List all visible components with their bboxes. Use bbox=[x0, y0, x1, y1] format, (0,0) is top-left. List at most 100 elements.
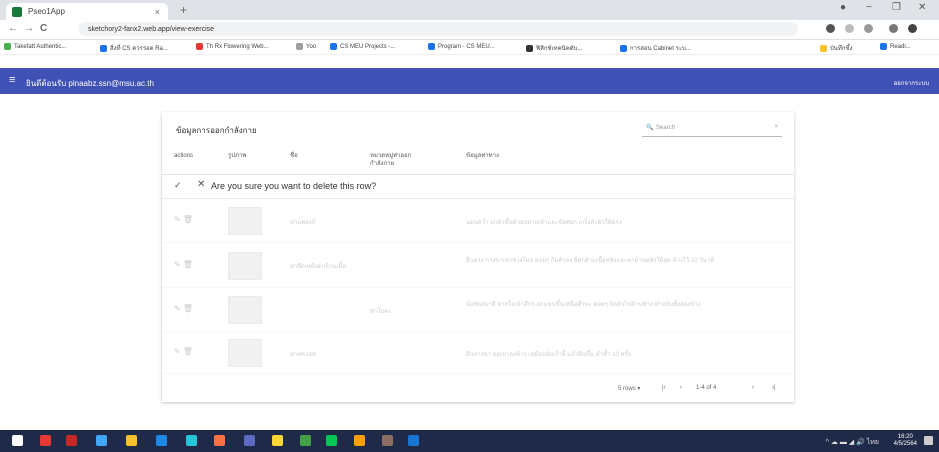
bookmark-item[interactable]: Readi... bbox=[880, 43, 911, 50]
confirm-check-icon[interactable]: ✓ bbox=[174, 180, 182, 191]
close-window-button[interactable]: ✕ bbox=[918, 2, 926, 13]
row-action-icons[interactable]: ✎ 🗑 bbox=[174, 304, 193, 313]
tab-close-icon[interactable]: × bbox=[155, 7, 160, 17]
folder-icon[interactable] bbox=[272, 435, 283, 446]
clear-search-icon[interactable]: × bbox=[774, 124, 778, 130]
photos-icon[interactable] bbox=[382, 435, 393, 446]
mail-icon[interactable] bbox=[354, 435, 365, 446]
bookmark-item[interactable]: การสอน Cabinet ระบ... bbox=[620, 43, 691, 53]
column-header-image[interactable]: รูปภาพ bbox=[228, 152, 246, 160]
app-header: ≡ ยินดีต้อนรับ pinaabz.ssn@msu.ac.th ออก… bbox=[0, 68, 939, 94]
new-tab-button[interactable]: + bbox=[180, 3, 187, 17]
row-action-icons[interactable]: ✎ 🗑 bbox=[174, 215, 193, 224]
maximize-button[interactable]: ❐ bbox=[892, 2, 901, 13]
table-row: ✎ 🗑 ท่าโยคะ นั่งขัดสมาธิ หายใจเข้าลึกๆ ย… bbox=[162, 288, 794, 332]
teams-icon[interactable] bbox=[244, 435, 255, 446]
exercise-name: ท่าสควอท bbox=[290, 352, 316, 358]
exercise-thumbnail bbox=[228, 296, 262, 324]
column-header-detail[interactable]: ข้อมูลท่าทาง bbox=[466, 152, 499, 160]
exercise-category: ท่ายืดเหยียดกล้ามเนื้อ bbox=[290, 264, 347, 270]
exercise-table-card: ข้อมูลการออกกำลังกาย 🔍 Search × actions … bbox=[162, 112, 794, 402]
taskbar-clock[interactable]: 16:20 4/5/2564 bbox=[894, 434, 917, 448]
browser-tab-strip: Pseo1App × + ● − ❐ ✕ bbox=[0, 0, 939, 20]
windows-start-icon[interactable] bbox=[12, 435, 23, 446]
firefox-icon[interactable] bbox=[214, 435, 225, 446]
word-icon[interactable] bbox=[156, 435, 167, 446]
exercise-detail: ยืนตรง กางขาเท่าช่วงไหล่ ค่อยๆ ก้มตัวลง … bbox=[466, 258, 715, 264]
bookmark-item[interactable]: สิ่งที่ CS ควรรอด Ra... bbox=[100, 43, 168, 53]
next-page-button[interactable]: › bbox=[752, 385, 754, 391]
windows-taskbar: ^ ☁ ▬ ◢ 🔊 ไทย 16:20 4/5/2564 bbox=[0, 430, 939, 452]
search-input[interactable]: 🔍 Search × bbox=[642, 122, 782, 137]
bookmark-item[interactable]: Takefatt Authentic... bbox=[4, 43, 66, 50]
exercise-detail: นั่งขัดสมาธิ หายใจเข้าลึกๆ ยกแขนขึ้นเหนื… bbox=[466, 302, 701, 308]
bookmark-icon bbox=[526, 44, 533, 52]
red-app-icon[interactable] bbox=[66, 435, 77, 446]
back-icon[interactable]: ← bbox=[8, 23, 18, 34]
rows-per-page-select[interactable]: 5 rows ▾ bbox=[618, 385, 640, 392]
bookmark-icon bbox=[330, 43, 337, 50]
excel-icon[interactable] bbox=[300, 435, 311, 446]
table-row: ✎ 🗑 ท่ายืดเหยียดกล้ามเนื้อ ยืนตรง กางขาเ… bbox=[162, 243, 794, 288]
reload-icon[interactable]: C bbox=[40, 23, 47, 34]
avatar[interactable] bbox=[908, 24, 917, 33]
last-page-button[interactable]: ›| bbox=[772, 385, 776, 391]
row-action-icons[interactable]: ✎ 🗑 bbox=[174, 347, 193, 356]
column-header-name[interactable]: ชื่อ bbox=[290, 152, 298, 160]
clock-date: 4/5/2564 bbox=[893, 441, 917, 447]
table-title: ข้อมูลการออกกำลังกาย bbox=[176, 126, 257, 135]
app-favicon-icon bbox=[12, 6, 22, 17]
page-range: 1-4 of 4 bbox=[696, 385, 717, 391]
exercise-name: ท่าแพลงก์ bbox=[290, 220, 316, 226]
exercise-detail: ยืนกางขา ย่อเข่าลงช้าๆ เหมือนนั่งเก้าอี้… bbox=[466, 352, 631, 358]
logout-button[interactable]: ออกจากระบบ bbox=[894, 78, 929, 88]
system-tray[interactable]: ^ ☁ ▬ ◢ 🔊 ไทย bbox=[826, 437, 879, 448]
extension-icon[interactable] bbox=[845, 24, 854, 33]
notification-icon[interactable] bbox=[924, 436, 933, 445]
bookmark-item[interactable]: Th Rx Flowering Web... bbox=[196, 43, 269, 50]
bookmark-icon bbox=[428, 43, 435, 50]
search-icon: 🔍 bbox=[646, 125, 654, 131]
column-header-category[interactable]: หมวดหมู่ท่าออกกำลังกาย bbox=[370, 152, 418, 168]
menu-icon[interactable]: ≡ bbox=[9, 74, 15, 86]
column-header-actions[interactable]: actions bbox=[174, 152, 193, 160]
youtube-icon[interactable] bbox=[40, 435, 51, 446]
store-icon[interactable] bbox=[96, 435, 107, 446]
bookmark-icon bbox=[296, 43, 303, 50]
bookmark-item[interactable]: Program - CS MEU... bbox=[428, 43, 495, 50]
url-bar[interactable]: sketchory2-fanx2.web.app/view-exercise bbox=[78, 22, 798, 36]
table-row: ✎ 🗑 ท่าแพลงก์ นอนคว่ำ ยกตัวขึ้นด้วยปลายเ… bbox=[162, 199, 794, 243]
address-toolbar: ← → C sketchory2-fanx2.web.app/view-exer… bbox=[0, 20, 939, 40]
line-icon[interactable] bbox=[326, 435, 337, 446]
bookmark-icon bbox=[620, 44, 627, 52]
row-action-icons[interactable]: ✎ 🗑 bbox=[174, 260, 193, 269]
exercise-thumbnail bbox=[228, 252, 262, 280]
bookmarks-bar: Takefatt Authentic... สิ่งที่ CS ควรรอด … bbox=[0, 40, 939, 55]
extension-icon[interactable] bbox=[889, 24, 898, 33]
prev-page-button[interactable]: ‹ bbox=[680, 385, 682, 391]
exercise-category: ท่าโยคะ bbox=[370, 309, 392, 315]
profile-icon[interactable]: ● bbox=[840, 2, 846, 13]
star-icon[interactable] bbox=[864, 24, 873, 33]
forward-icon[interactable]: → bbox=[24, 23, 34, 34]
welcome-title: ยินดีต้อนรับ pinaabz.ssn@msu.ac.th bbox=[26, 79, 154, 88]
extension-icon[interactable] bbox=[826, 24, 835, 33]
edge-icon[interactable] bbox=[186, 435, 197, 446]
bookmark-icon bbox=[4, 43, 11, 50]
cancel-close-icon[interactable]: ✕ bbox=[197, 179, 205, 190]
bookmark-item[interactable]: Yoo bbox=[296, 43, 316, 50]
first-page-button[interactable]: |‹ bbox=[662, 385, 666, 391]
exercise-thumbnail bbox=[228, 207, 262, 235]
bookmark-item[interactable]: ฟิสิกซ์เทคนิคดับ... bbox=[526, 43, 582, 53]
tab-title: Pseo1App bbox=[28, 7, 65, 16]
vscode-icon[interactable] bbox=[408, 435, 419, 446]
bookmark-item[interactable]: บันทึกซึ้ง bbox=[820, 43, 853, 53]
bookmark-icon bbox=[880, 43, 887, 50]
minimize-button[interactable]: − bbox=[866, 2, 872, 13]
chrome-icon[interactable] bbox=[126, 435, 137, 446]
exercise-detail: นอนคว่ำ ยกตัวขึ้นด้วยปลายเท้าและข้อศอก เ… bbox=[466, 220, 622, 226]
clock-time: 16:20 bbox=[897, 434, 913, 440]
browser-tab[interactable]: Pseo1App × bbox=[6, 3, 168, 20]
table-pagination: 5 rows ▾ |‹ ‹ 1-4 of 4 › ›| bbox=[162, 374, 794, 402]
bookmark-item[interactable]: CS MEU Projects -... bbox=[330, 43, 395, 50]
